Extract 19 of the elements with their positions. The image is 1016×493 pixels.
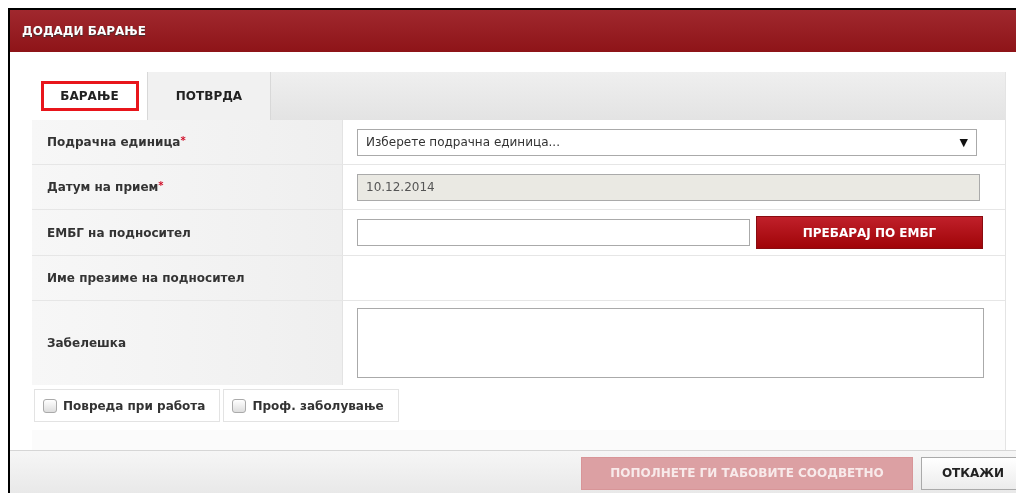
- required-mark: *: [158, 179, 164, 191]
- input-field[interactable]: [357, 219, 750, 246]
- required-mark: *: [180, 134, 186, 146]
- tab[interactable]: ПОТВРДА: [148, 72, 271, 120]
- note-field[interactable]: [357, 308, 984, 378]
- field-label: ЕМБГ на подносител: [47, 225, 191, 240]
- field-label: Забелешка: [47, 336, 127, 350]
- window-title: ДОДАДИ БАРАЊЕ: [22, 24, 147, 38]
- checkbox-option[interactable]: Проф. заболување: [223, 389, 399, 422]
- field-label: Име презиме на подносител: [47, 271, 245, 285]
- dropdown[interactable]: Изберете подрачна единица... ▼: [357, 128, 977, 156]
- field-label: Подрачна единица: [47, 135, 181, 149]
- checkbox[interactable]: [43, 398, 57, 413]
- search-button[interactable]: ПРЕБАРАЈ ПО ЕМБГ: [756, 216, 983, 249]
- cancel-button[interactable]: ОТКАЖИ: [921, 456, 1016, 490]
- tab[interactable]: БАРАЊЕ: [32, 72, 148, 120]
- checkbox-option[interactable]: Повреда при работа: [34, 389, 221, 422]
- field-label: Датум на прием: [47, 180, 159, 194]
- checkbox[interactable]: [232, 398, 247, 413]
